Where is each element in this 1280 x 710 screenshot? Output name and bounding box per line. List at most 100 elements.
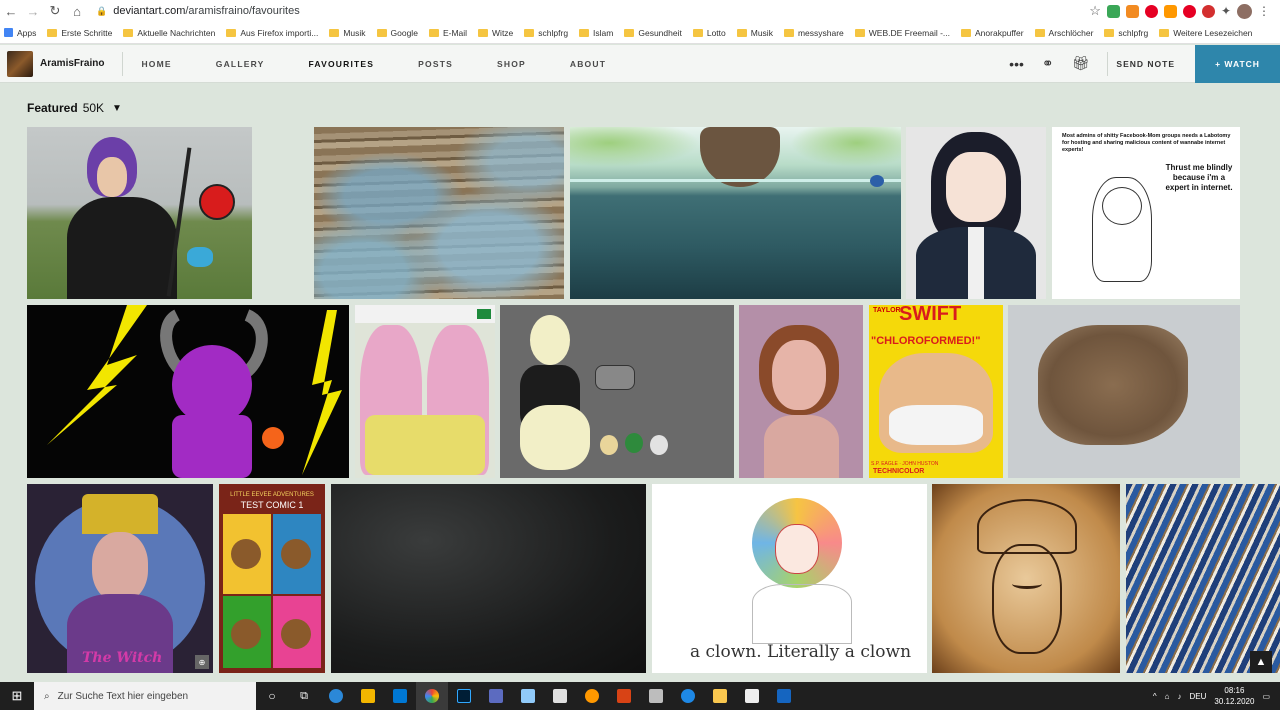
star-icon[interactable]: ☆ (1089, 3, 1101, 19)
gallery-thumb-clown[interactable]: a clown. Literally a clown (652, 484, 927, 673)
network-icon[interactable]: ⌂ (1165, 692, 1170, 701)
bookmark-item[interactable]: Islam (579, 28, 613, 38)
gallery-thumb-peeling-wall[interactable] (1008, 305, 1240, 478)
gallery-thumb-meme[interactable]: Most admins of shitty Facebook-Mom group… (1052, 127, 1240, 299)
volume-icon[interactable]: ♪ (1178, 692, 1182, 701)
app-icon[interactable] (736, 682, 768, 710)
back-icon[interactable]: ← (0, 0, 22, 22)
gallery-thumb-movie-poster[interactable]: TAYLOR SWIFT "CHLOROFORMED!" S.P. EAGLE … (869, 305, 1003, 478)
chrome-icon[interactable] (416, 682, 448, 710)
bookmark-item[interactable]: Aktuelle Nachrichten (123, 28, 215, 38)
gallery-thumb-cartoon-swimsuit[interactable] (500, 305, 734, 478)
featured-label: Featured (27, 101, 78, 115)
gallery-thumb-cosplay[interactable] (27, 127, 252, 299)
language-indicator[interactable]: DEU (1190, 692, 1207, 701)
poster-artist: TAYLOR (873, 307, 901, 314)
bookmark-item[interactable]: Musik (736, 28, 773, 38)
bookmark-item[interactable]: WEB.DE Freemail -... (854, 28, 950, 38)
featured-dropdown[interactable]: Featured 50K ▼ (27, 101, 122, 115)
windows-start-icon[interactable]: ⊞ (0, 682, 34, 710)
pinterest-icon[interactable] (1182, 4, 1196, 18)
bookmark-item[interactable]: E-Mail (428, 28, 467, 38)
gallery-thumb-wood-texture[interactable] (314, 127, 564, 299)
chevron-up-icon[interactable]: ^ (1153, 692, 1157, 701)
task-view-icon[interactable]: ⧉ (288, 682, 320, 710)
gallery-thumb-pirate-sketch[interactable] (932, 484, 1120, 673)
app-icon[interactable] (480, 682, 512, 710)
extension-icon[interactable] (1201, 4, 1215, 18)
forward-icon[interactable]: → (22, 0, 44, 22)
nav-favourites[interactable]: FAVOURITES (308, 59, 374, 69)
system-tray: ^ ⌂ ♪ DEU 08:16 30.12.2020 ▭ (1153, 685, 1280, 707)
more-icon[interactable]: ••• (1009, 56, 1024, 72)
app-icon[interactable] (608, 682, 640, 710)
gallery-thumb-witch[interactable]: The Witch ⊕ (27, 484, 213, 673)
bookmark-item[interactable]: Google (376, 28, 418, 38)
pinterest-icon[interactable] (1144, 4, 1158, 18)
notification-icon[interactable]: ▭ (1262, 692, 1270, 701)
bookmark-item[interactable]: messyshare (783, 28, 844, 38)
extension-icon[interactable] (1163, 4, 1177, 18)
menu-icon[interactable]: ⋮ (1258, 4, 1270, 18)
bookmark-item[interactable]: Musik (329, 28, 366, 38)
clock[interactable]: 08:16 30.12.2020 (1214, 685, 1254, 707)
app-icon[interactable] (672, 682, 704, 710)
puzzle-icon[interactable]: ✦ (1221, 4, 1231, 18)
share-icon[interactable]: ⚭ (1042, 55, 1054, 72)
username[interactable]: AramisFraino (40, 58, 104, 69)
profile-avatar[interactable] (1237, 3, 1252, 19)
gallery-thumb-anime-girl[interactable] (906, 127, 1046, 299)
folder-icon (524, 28, 535, 37)
bookmark-item[interactable]: Anorakpuffer (961, 28, 1024, 38)
bookmark-item[interactable]: Erste Schritte (47, 28, 112, 38)
gallery-thumb-tree-water[interactable] (570, 127, 901, 299)
taskbar-search[interactable]: ⌕ Zur Suche Text hier eingeben (34, 682, 256, 710)
home-icon[interactable]: ⌂ (66, 0, 88, 22)
bookmark-item[interactable]: Gesundheit (624, 28, 682, 38)
send-note-button[interactable]: SEND NOTE (1116, 59, 1175, 69)
nav-gallery[interactable]: GALLERY (216, 59, 265, 69)
gift-icon[interactable]: 🎁︎ (1072, 55, 1090, 72)
extension-icon[interactable] (1125, 4, 1139, 18)
bookmark-item[interactable]: schlpfrg (524, 28, 568, 38)
mail-icon[interactable] (384, 682, 416, 710)
avatar[interactable] (7, 50, 33, 77)
watch-button[interactable]: + WATCH (1195, 44, 1280, 83)
extension-icon[interactable] (1106, 4, 1120, 18)
photoshop-icon[interactable] (448, 682, 480, 710)
folder-icon[interactable] (704, 682, 736, 710)
gallery-thumb-dark-blurred[interactable] (331, 484, 646, 673)
nav-home[interactable]: HOME (141, 59, 171, 69)
bookmark-item[interactable]: Arschlöcher (1034, 28, 1093, 38)
nav-about[interactable]: ABOUT (570, 59, 606, 69)
bookmark-item[interactable]: Lotto (692, 28, 726, 38)
bookmark-item[interactable]: Aus Firefox importi... (226, 28, 318, 38)
gallery-thumb-abstract-blue[interactable] (1126, 484, 1280, 673)
zoom-icon[interactable]: ⊕ (195, 655, 209, 669)
app-icon[interactable] (512, 682, 544, 710)
folder-icon (961, 28, 972, 37)
bookmark-item[interactable]: Witze (478, 28, 513, 38)
app-icon[interactable] (576, 682, 608, 710)
gallery-thumb-comic[interactable]: LITTLE EEVEE ADVENTURES TEST COMIC 1 (219, 484, 325, 673)
nav-shop[interactable]: SHOP (497, 59, 526, 69)
gallery-thumb-portrait-girl[interactable] (739, 305, 863, 478)
folder-icon (428, 28, 439, 37)
cortana-icon[interactable]: ○ (256, 682, 288, 710)
app-icon[interactable] (544, 682, 576, 710)
chevron-down-icon: ▼ (112, 102, 122, 114)
gallery-thumb-pink-coats[interactable] (355, 305, 495, 478)
app-icon[interactable] (768, 682, 800, 710)
reload-icon[interactable]: ↻ (44, 0, 66, 22)
edge-icon[interactable] (320, 682, 352, 710)
bookmark-item[interactable]: Apps (4, 28, 36, 38)
bookmark-item[interactable]: Weitere Lesezeichen (1159, 28, 1252, 38)
address-bar[interactable]: 🔒 deviantart.com/aramisfraino/favourites (96, 5, 300, 17)
gallery-thumb-purple-demon[interactable] (27, 305, 349, 478)
nav-posts[interactable]: POSTS (418, 59, 453, 69)
app-icon[interactable] (640, 682, 672, 710)
store-icon[interactable] (352, 682, 384, 710)
scroll-top-button[interactable]: ▲ (1250, 651, 1272, 673)
bookmark-label: Aus Firefox importi... (240, 27, 319, 38)
bookmark-item[interactable]: schlpfrg (1104, 28, 1148, 38)
